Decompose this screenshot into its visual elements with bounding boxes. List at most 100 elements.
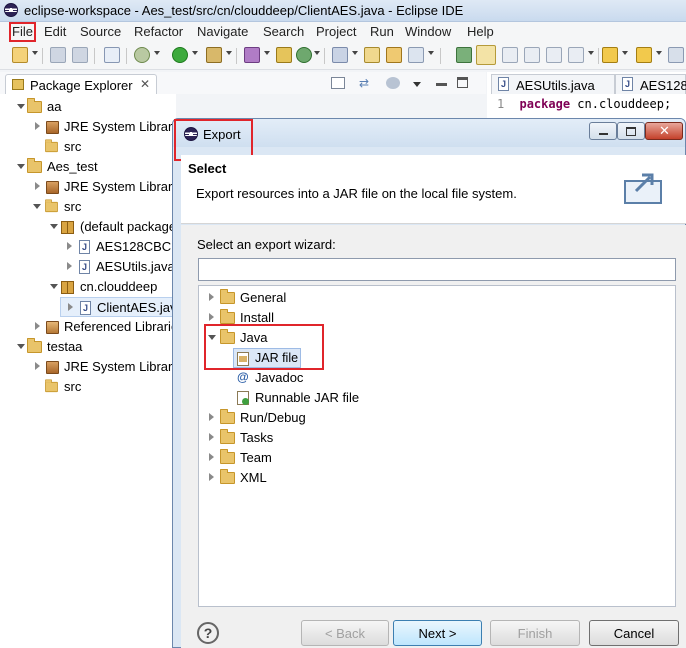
save-icon[interactable] <box>50 47 66 63</box>
menu-file[interactable]: File <box>12 24 33 39</box>
back-navigation-icon[interactable] <box>668 47 684 63</box>
expanded-arrow-icon[interactable] <box>17 164 25 169</box>
open-folder-icon[interactable] <box>386 47 402 63</box>
menu-search[interactable]: Search <box>263 24 304 39</box>
debug-dropdown-icon[interactable] <box>154 51 160 55</box>
next-button[interactable]: Next > <box>393 620 482 646</box>
tree-item-referenced-libraries[interactable]: Referenced Librarie <box>0 317 178 337</box>
help-button[interactable]: ? <box>197 622 219 644</box>
tab-aes128cbc[interactable]: J AES128C <box>615 74 686 94</box>
link-with-editor-icon[interactable]: ⇄ <box>359 77 373 89</box>
new-icon[interactable] <box>12 47 28 63</box>
collapsed-arrow-icon[interactable] <box>35 122 40 130</box>
dialog-close-button[interactable]: ✕ <box>645 122 683 140</box>
open-type-dropdown-icon[interactable] <box>352 51 358 55</box>
tree-item-jre-library[interactable]: JRE System Library <box>0 357 179 377</box>
wizard-category-team[interactable]: Team <box>199 448 675 468</box>
debug-icon[interactable] <box>134 47 150 63</box>
expanded-arrow-icon[interactable] <box>50 284 58 289</box>
word-wrap-icon[interactable] <box>524 47 540 63</box>
menu-refactor[interactable]: Refactor <box>134 24 183 39</box>
menu-project[interactable]: Project <box>316 24 356 39</box>
tree-item-java-file[interactable]: J AES128CBC.ja <box>0 237 185 257</box>
collapsed-arrow-icon[interactable] <box>67 242 72 250</box>
collapsed-arrow-icon[interactable] <box>68 303 73 311</box>
search-icon[interactable] <box>408 47 424 63</box>
expanded-arrow-icon[interactable] <box>17 104 25 109</box>
tab-package-explorer[interactable]: Package Explorer ✕ <box>5 74 157 94</box>
cancel-button[interactable]: Cancel <box>589 620 679 646</box>
collapsed-arrow-icon[interactable] <box>209 453 214 461</box>
collapsed-arrow-icon[interactable] <box>209 433 214 441</box>
collapsed-arrow-icon[interactable] <box>35 362 40 370</box>
new-class-dropdown-icon[interactable] <box>314 51 320 55</box>
view-filter-icon[interactable] <box>386 77 400 89</box>
collapsed-arrow-icon[interactable] <box>209 413 214 421</box>
show-whitespace-icon[interactable] <box>546 47 562 63</box>
previous-annotation-dropdown-icon[interactable] <box>656 51 662 55</box>
new-class-icon[interactable] <box>296 47 312 63</box>
menu-window[interactable]: Window <box>405 24 451 39</box>
dialog-minimize-button[interactable] <box>589 122 617 140</box>
new-package-icon[interactable] <box>276 47 292 63</box>
run-dropdown-icon[interactable] <box>192 51 198 55</box>
collapsed-arrow-icon[interactable] <box>67 262 72 270</box>
show-annotation-icon[interactable] <box>568 47 584 63</box>
dialog-maximize-button[interactable] <box>617 122 645 140</box>
external-tools-icon[interactable] <box>206 47 222 63</box>
wizard-category-xml[interactable]: XML <box>199 468 675 488</box>
annotation-dropdown-icon[interactable] <box>588 51 594 55</box>
collapse-all-icon[interactable] <box>331 77 345 89</box>
toggle-highlight-icon[interactable] <box>476 45 496 65</box>
wizard-category-install[interactable]: Install <box>199 308 675 328</box>
maximize-icon[interactable] <box>457 77 468 88</box>
open-task-icon[interactable] <box>364 47 380 63</box>
expanded-arrow-icon[interactable] <box>50 224 58 229</box>
wizard-category-java[interactable]: Java <box>199 328 675 348</box>
tree-item-src[interactable]: src <box>0 137 176 157</box>
wizard-item-runnable-jar[interactable]: Runnable JAR file <box>199 388 675 408</box>
minimize-icon[interactable] <box>436 83 447 86</box>
new-java-project-dropdown-icon[interactable] <box>264 51 270 55</box>
tree-item-java-file[interactable]: J AESUtils.java <box>0 257 176 277</box>
menu-run[interactable]: Run <box>370 24 394 39</box>
external-tools-dropdown-icon[interactable] <box>226 51 232 55</box>
next-annotation-dropdown-icon[interactable] <box>622 51 628 55</box>
finish-button[interactable]: Finish <box>490 620 580 646</box>
new-dropdown-icon[interactable] <box>32 51 38 55</box>
open-type-icon[interactable] <box>332 47 348 63</box>
tree-item-java-file-selected[interactable]: J ClientAES.java <box>60 297 184 317</box>
back-button[interactable]: < Back <box>301 620 389 646</box>
tree-item-aes-test[interactable]: Aes_test <box>0 157 176 177</box>
tree-item-default-package[interactable]: (default package <box>0 217 176 237</box>
wizard-filter-input[interactable] <box>198 258 676 281</box>
block-selection-icon[interactable] <box>502 47 518 63</box>
search-dropdown-icon[interactable] <box>428 51 434 55</box>
wizard-category-tasks[interactable]: Tasks <box>199 428 675 448</box>
menu-navigate[interactable]: Navigate <box>197 24 248 39</box>
collapsed-arrow-icon[interactable] <box>35 322 40 330</box>
save-all-icon[interactable] <box>72 47 88 63</box>
next-annotation-icon[interactable] <box>602 47 618 63</box>
wizard-category-general[interactable]: General <box>199 288 675 308</box>
tab-aesutils[interactable]: J AESUtils.java <box>491 74 615 94</box>
tree-item-src[interactable]: src <box>0 377 176 397</box>
tree-item-jre-library[interactable]: JRE System Library <box>0 177 179 197</box>
collapsed-arrow-icon[interactable] <box>35 182 40 190</box>
menu-source[interactable]: Source <box>80 24 121 39</box>
wizard-item-jar-file[interactable]: JAR file <box>233 348 301 368</box>
collapsed-arrow-icon[interactable] <box>209 293 214 301</box>
skip-breakpoints-icon[interactable] <box>104 47 120 63</box>
menu-edit[interactable]: Edit <box>44 24 66 39</box>
toggle-mark-occurrences-icon[interactable] <box>456 47 472 63</box>
collapsed-arrow-icon[interactable] <box>209 473 214 481</box>
view-menu-icon[interactable] <box>413 82 421 87</box>
expanded-arrow-icon[interactable] <box>33 204 41 209</box>
previous-annotation-icon[interactable] <box>636 47 652 63</box>
tree-item-testaa[interactable]: testaa <box>0 337 176 357</box>
expanded-arrow-icon[interactable] <box>17 344 25 349</box>
menu-help[interactable]: Help <box>467 24 494 39</box>
code-line[interactable]: 1 package cn.clouddeep; <box>497 97 671 111</box>
new-java-project-icon[interactable] <box>244 47 260 63</box>
wizard-category-run-debug[interactable]: Run/Debug <box>199 408 675 428</box>
